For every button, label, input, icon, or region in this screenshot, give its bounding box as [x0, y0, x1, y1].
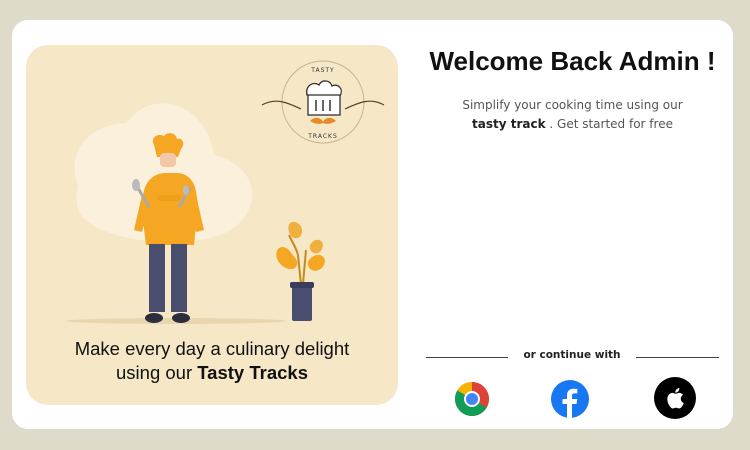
logo-top-text: TASTY — [310, 67, 334, 74]
subtitle-brand: tasty track — [472, 117, 546, 131]
facebook-login-button[interactable] — [551, 380, 589, 418]
tasty-tracks-logo: TASTY TRACKS — [261, 60, 385, 144]
promo-tagline: Make every day a culinary delight using … — [26, 337, 398, 385]
plant-illustration — [276, 221, 325, 321]
subtitle-suffix: . Get started for free — [545, 117, 673, 131]
continue-divider: or continue with — [426, 349, 719, 365]
apple-icon — [654, 377, 696, 419]
login-subtitle: Simplify your cooking time using our tas… — [400, 96, 745, 134]
page-title: Welcome Back Admin ! — [429, 46, 716, 76]
login-panel: Welcome Back Admin ! Simplify your cooki… — [400, 20, 733, 429]
logo-bottom-text: TRACKS — [307, 133, 338, 140]
tagline-line2: using our Tasty Tracks — [26, 361, 398, 385]
divider-right — [636, 357, 719, 358]
tagline-line2-prefix: using our — [116, 362, 198, 383]
chrome-icon — [455, 382, 489, 416]
subtitle-line1: Simplify your cooking time using our — [462, 98, 683, 112]
divider-left — [426, 357, 508, 358]
chrome-login-button[interactable] — [453, 380, 491, 418]
promo-panel: TASTY TRACKS Make every day a culinary d… — [26, 45, 398, 405]
chef-illustration: TASTY TRACKS — [66, 60, 385, 324]
facebook-icon — [551, 380, 589, 418]
apple-login-button[interactable] — [654, 377, 696, 419]
subtitle-line2: tasty track . Get started for free — [400, 115, 745, 134]
continue-label: or continue with — [523, 349, 621, 361]
tagline-brand: Tasty Tracks — [197, 362, 308, 383]
tagline-line1: Make every day a culinary delight — [74, 338, 350, 359]
